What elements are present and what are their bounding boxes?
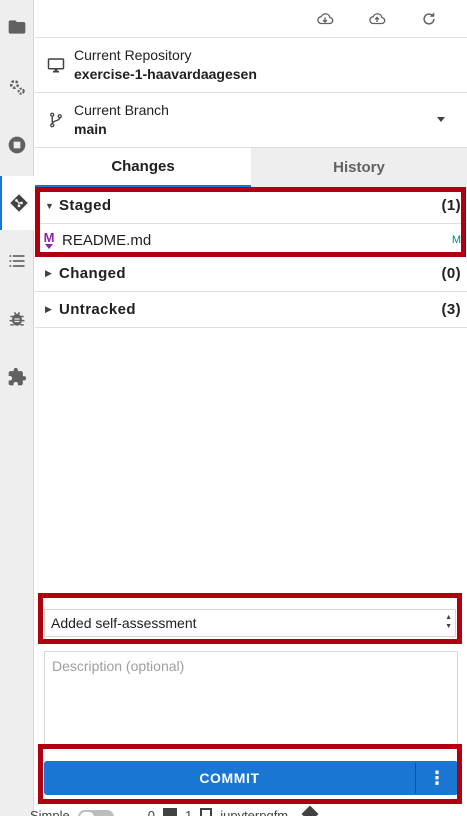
staged-file-row[interactable]: M README.md M — [35, 224, 467, 256]
branch-label: Current Branch — [74, 102, 169, 118]
cloud-pull-icon[interactable] — [299, 1, 351, 37]
refresh-icon[interactable] — [403, 1, 455, 37]
spinner-icon: ▲ ▼ — [445, 614, 452, 630]
chip-icon — [200, 808, 213, 816]
tab-changes[interactable]: Changes — [35, 148, 251, 188]
more-options-icon[interactable]: ⋮ — [416, 761, 458, 795]
mode-label: Simple — [30, 808, 70, 816]
commit-button-label: COMMIT — [199, 770, 260, 786]
running-icon[interactable] — [0, 60, 34, 114]
file-status: M — [451, 234, 461, 246]
changed-title: Changed — [59, 265, 126, 282]
git-toolbar — [35, 0, 467, 38]
untracked-title: Untracked — [59, 301, 136, 318]
list-icon[interactable] — [0, 234, 34, 288]
debug-icon[interactable] — [0, 292, 34, 346]
simple-mode-toggle[interactable] — [77, 810, 114, 816]
status-bar: Simple 0 1 jupyterpgfm — [0, 806, 467, 816]
caret-down-icon: ▼ — [45, 200, 55, 211]
staged-count: (1) — [441, 197, 461, 214]
branch-name: main — [74, 121, 107, 137]
stop-icon[interactable] — [0, 118, 34, 172]
staged-title: Staged — [59, 197, 112, 214]
terminal-icon — [162, 808, 177, 816]
repository-label: Current Repository — [74, 47, 192, 63]
commit-summary-value: Added self-assessment — [51, 615, 197, 631]
caret-right-icon: ▶ — [45, 304, 53, 314]
extension-icon[interactable] — [0, 350, 34, 404]
changed-section-header[interactable]: ▶ Changed (0) — [35, 256, 467, 292]
caret-right-icon: ▶ — [45, 268, 53, 278]
kernel-name: jupyterpgfm — [220, 808, 289, 816]
tab-bar: Changes History — [35, 148, 467, 188]
tab-history[interactable]: History — [251, 148, 467, 188]
git-icon — [301, 806, 319, 816]
description-placeholder: Description (optional) — [52, 658, 185, 674]
untracked-section-header[interactable]: ▶ Untracked (3) — [35, 292, 467, 328]
chevron-down-icon[interactable] — [437, 117, 445, 122]
folder-icon[interactable] — [0, 0, 34, 54]
current-repository[interactable]: Current Repository exercise-1-haavardaag… — [35, 38, 467, 93]
commit-summary-input[interactable]: Added self-assessment ▲ ▼ — [44, 609, 456, 637]
commit-description-input[interactable]: Description (optional) — [44, 651, 458, 747]
current-branch[interactable]: Current Branch main — [35, 93, 467, 148]
monitor-icon — [47, 58, 65, 73]
repository-name: exercise-1-haavardaagesen — [74, 66, 257, 82]
git-icon[interactable] — [0, 176, 35, 230]
untracked-count: (3) — [441, 301, 461, 318]
file-name: README.md — [62, 231, 152, 249]
commit-button[interactable]: COMMIT ⋮ — [44, 761, 458, 795]
cloud-push-icon[interactable] — [351, 1, 403, 37]
activity-bar — [0, 0, 35, 816]
git-panel: Current Repository exercise-1-haavardaag… — [35, 0, 467, 816]
changed-count: (0) — [441, 265, 461, 282]
markdown-icon: M — [41, 230, 57, 250]
branch-icon — [50, 112, 62, 128]
count-b: 1 — [184, 808, 193, 816]
count-a: 0 — [147, 808, 155, 816]
staged-section-header[interactable]: ▼ Staged (1) — [35, 188, 467, 224]
